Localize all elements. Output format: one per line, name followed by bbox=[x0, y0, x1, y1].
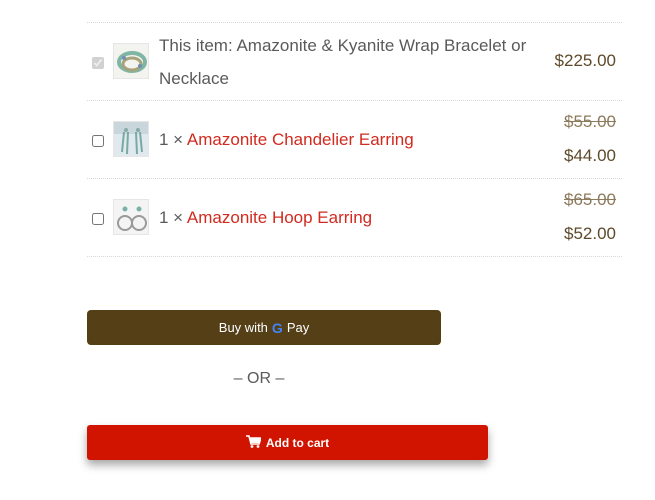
original-price: $55.00 bbox=[564, 112, 616, 131]
product-link[interactable]: Amazonite Chandelier Earring bbox=[187, 130, 414, 149]
google-pay-label: Buy with bbox=[218, 320, 268, 335]
google-g-icon: G bbox=[271, 319, 283, 336]
product-name: 1 × Amazonite Chandelier Earring bbox=[159, 123, 414, 156]
item-checkbox bbox=[92, 57, 104, 69]
product-thumbnail[interactable] bbox=[113, 199, 149, 235]
add-to-cart-label: Add to cart bbox=[265, 435, 330, 450]
product-price-block: $65.00 $52.00 bbox=[564, 183, 616, 251]
or-separator: – OR – bbox=[233, 370, 285, 387]
product-quantity: 1 × bbox=[159, 130, 184, 149]
product-price: $225.00 bbox=[554, 51, 616, 70]
bundle-row-main-item: This item: Amazonite & Kyanite Wrap Brac… bbox=[87, 22, 622, 100]
product-thumbnail bbox=[113, 43, 149, 79]
product-name: This item: Amazonite & Kyanite Wrap Brac… bbox=[159, 29, 526, 95]
item-checkbox[interactable] bbox=[92, 213, 104, 225]
bundle-list: This item: Amazonite & Kyanite Wrap Brac… bbox=[87, 22, 622, 257]
original-price: $65.00 bbox=[564, 190, 616, 209]
bundle-row-addon: 1 × Amazonite Hoop Earring $65.00 $52.00 bbox=[87, 178, 622, 257]
sale-price: $52.00 bbox=[564, 224, 616, 243]
item-checkbox[interactable] bbox=[92, 135, 104, 147]
product-name-line2: Necklace bbox=[159, 69, 229, 88]
cart-icon bbox=[245, 434, 262, 451]
google-pay-brand: Pay bbox=[286, 320, 310, 335]
product-quantity: 1 × bbox=[159, 208, 184, 227]
product-name: 1 × Amazonite Hoop Earring bbox=[159, 201, 372, 234]
product-thumbnail[interactable] bbox=[113, 121, 149, 157]
product-price-block: $55.00 $44.00 bbox=[564, 105, 616, 173]
sale-price: $44.00 bbox=[564, 146, 616, 165]
google-pay-button[interactable]: Buy with G Pay bbox=[87, 310, 441, 345]
add-to-cart-button[interactable]: Add to cart bbox=[87, 425, 488, 460]
bundle-row-addon: 1 × Amazonite Chandelier Earring $55.00 … bbox=[87, 100, 622, 178]
product-link[interactable]: Amazonite Hoop Earring bbox=[187, 208, 372, 227]
product-name-line1: This item: Amazonite & Kyanite Wrap Brac… bbox=[159, 36, 527, 55]
